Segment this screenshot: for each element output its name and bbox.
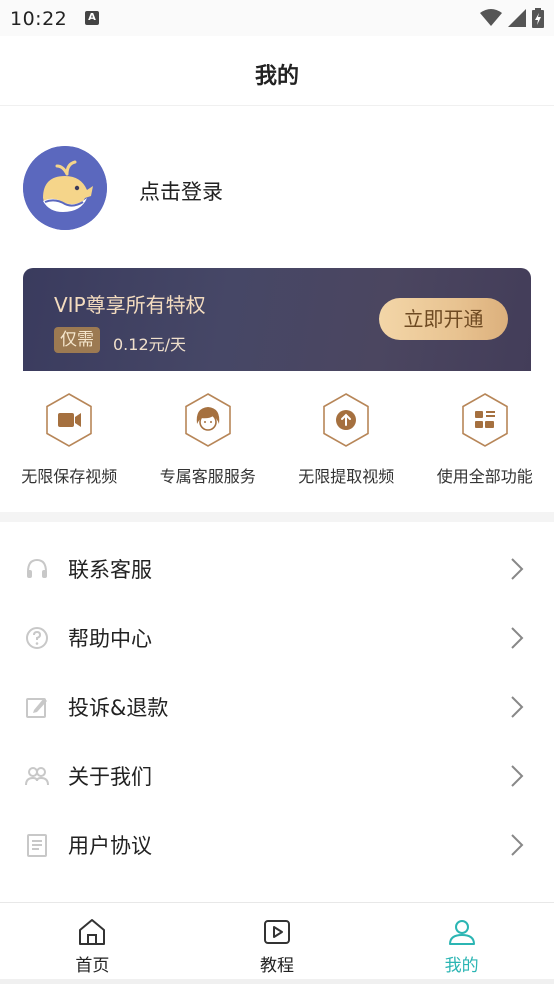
chevron-right-icon [511, 696, 524, 718]
chevron-right-icon [511, 834, 524, 856]
tab-label: 教程 [260, 956, 294, 976]
upload-icon [323, 393, 370, 447]
chevron-right-icon [511, 558, 524, 580]
menu-label: 帮助中心 [68, 627, 152, 651]
whale-logo-icon [23, 146, 107, 230]
feature-save-video[interactable]: 无限保存视频 [0, 390, 139, 496]
menu-complaint-refund[interactable]: 投诉&退款 [0, 672, 554, 741]
user-icon [448, 920, 475, 945]
vip-title: VIP尊享所有特权 [54, 293, 206, 317]
status-icons [480, 8, 544, 28]
tab-label: 首页 [75, 956, 110, 976]
home-indicator [0, 979, 554, 984]
menu-contact-service[interactable]: 联系客服 [0, 534, 554, 603]
users-icon [25, 767, 49, 786]
section-divider [0, 512, 554, 522]
title-bar: 我的 [0, 36, 554, 106]
page-title: 我的 [254, 64, 299, 89]
chevron-right-icon [511, 627, 524, 649]
feature-all-functions[interactable]: 使用全部功能 [416, 390, 554, 496]
help-icon [26, 627, 48, 649]
feature-customer-service[interactable]: 专属客服服务 [139, 390, 278, 496]
menu-help-center[interactable]: 帮助中心 [0, 603, 554, 672]
menu-label: 关于我们 [68, 765, 152, 789]
vip-features: 无限保存视频 专属客服服务 无限提取视频 使用全部功能 [0, 390, 554, 496]
menu-user-agreement[interactable]: 用户协议 [0, 810, 554, 879]
avatar[interactable] [23, 146, 107, 230]
wifi-icon [480, 9, 502, 26]
headset-icon [27, 558, 47, 578]
document-icon [27, 834, 47, 857]
menu-label: 用户协议 [68, 834, 152, 858]
video-camera-icon [46, 393, 93, 447]
customer-service-icon [184, 393, 231, 447]
status-bar: 10:22 A [0, 0, 554, 36]
menu-label: 投诉&退款 [68, 696, 169, 720]
feature-label: 专属客服服务 [159, 467, 256, 486]
login-link[interactable]: 点击登录 [139, 176, 223, 206]
apps-grid-icon [461, 393, 508, 447]
bottom-tab-bar: 首页 教程 我的 [0, 902, 554, 984]
vip-card: VIP尊享所有特权 仅需 0.12元/天 立即开通 [23, 268, 531, 371]
vip-activate-button[interactable]: 立即开通 [379, 298, 508, 340]
feature-label: 无限保存视频 [21, 467, 118, 486]
play-icon [264, 920, 290, 944]
menu-about-us[interactable]: 关于我们 [0, 741, 554, 810]
settings-menu: 联系客服 帮助中心 投诉&退款 关于我们 用户协议 [0, 534, 554, 879]
vip-price-tag: 仅需 [54, 327, 100, 353]
menu-label: 联系客服 [68, 558, 152, 582]
vip-price: 0.12元/天 [113, 335, 187, 354]
edit-icon [26, 698, 47, 718]
notification-icon: A [85, 11, 99, 25]
tab-tutorial[interactable]: 教程 [185, 903, 370, 984]
feature-label: 无限提取视频 [298, 467, 395, 486]
battery-icon [532, 8, 544, 28]
tab-home[interactable]: 首页 [0, 903, 185, 984]
feature-extract-video[interactable]: 无限提取视频 [277, 390, 416, 496]
tab-mine[interactable]: 我的 [369, 903, 554, 984]
status-time: 10:22 [10, 8, 68, 30]
feature-label: 使用全部功能 [436, 467, 533, 486]
signal-icon [508, 9, 526, 27]
chevron-right-icon [511, 765, 524, 787]
tab-label: 我的 [444, 956, 479, 976]
home-icon [79, 919, 106, 945]
